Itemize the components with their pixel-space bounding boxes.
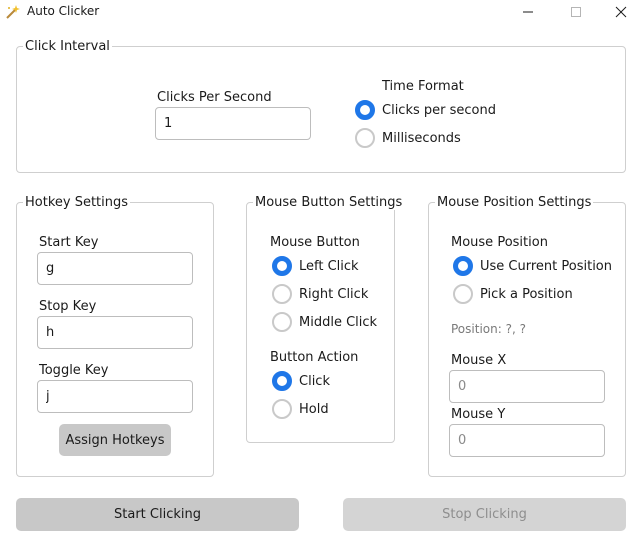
maximize-button[interactable] <box>553 0 599 24</box>
mouse-button-label: Mouse Button <box>270 235 360 250</box>
radio-right-click[interactable]: Right Click <box>272 283 368 305</box>
radio-middle-click[interactable]: Middle Click <box>272 311 377 333</box>
radio-hold[interactable]: Hold <box>272 398 329 420</box>
assign-hotkeys-button[interactable]: Assign Hotkeys <box>59 424 171 456</box>
radio-label: Right Click <box>299 286 369 302</box>
radio-unselected-indicator <box>272 399 292 419</box>
minimize-button[interactable] <box>505 0 551 24</box>
radio-clicks-per-second[interactable]: Clicks per second <box>355 99 496 121</box>
hotkey-settings-legend: Hotkey Settings <box>23 195 131 210</box>
start-clicking-button[interactable]: Start Clicking <box>16 498 299 531</box>
radio-pick-a-position[interactable]: Pick a Position <box>453 283 573 305</box>
radio-selected-indicator <box>355 100 375 120</box>
mouse-x-label: Mouse X <box>451 353 507 368</box>
mouse-button-settings-legend: Mouse Button Settings <box>253 195 405 210</box>
radio-selected-indicator <box>272 371 292 391</box>
radio-unselected-indicator <box>272 312 292 332</box>
button-action-label: Button Action <box>270 350 359 365</box>
close-button[interactable] <box>598 0 643 24</box>
minimize-icon <box>523 11 533 13</box>
radio-label: Hold <box>299 401 329 417</box>
click-interval-legend: Click Interval <box>23 39 112 54</box>
click-interval-group: Click Interval <box>16 39 626 173</box>
radio-label: Middle Click <box>299 314 378 330</box>
maximize-icon <box>571 7 581 17</box>
start-key-input[interactable] <box>37 252 193 285</box>
radio-label: Click <box>299 373 330 389</box>
radio-use-current-position[interactable]: Use Current Position <box>453 255 612 277</box>
toggle-key-label: Toggle Key <box>39 363 109 378</box>
start-key-label: Start Key <box>39 235 99 250</box>
stop-key-label: Stop Key <box>39 299 97 314</box>
stop-key-input[interactable] <box>37 316 193 349</box>
radio-label: Left Click <box>299 258 359 274</box>
radio-label: Clicks per second <box>382 102 496 118</box>
radio-selected-indicator <box>272 256 292 276</box>
radio-selected-indicator <box>453 256 473 276</box>
radio-milliseconds[interactable]: Milliseconds <box>355 127 461 149</box>
mouse-position-label: Mouse Position <box>451 235 548 250</box>
radio-click[interactable]: Click <box>272 370 330 392</box>
wand-icon <box>6 5 20 19</box>
close-icon <box>615 6 627 18</box>
window-title: Auto Clicker <box>27 4 100 18</box>
radio-unselected-indicator <box>272 284 292 304</box>
toggle-key-input[interactable] <box>37 380 193 413</box>
radio-unselected-indicator <box>355 128 375 148</box>
mouse-y-input[interactable] <box>449 424 605 457</box>
stop-clicking-button[interactable]: Stop Clicking <box>343 498 626 531</box>
title-bar: Auto Clicker <box>0 0 643 24</box>
position-readout: Position: ?, ? <box>451 322 526 336</box>
time-format-label: Time Format <box>382 79 464 94</box>
radio-label: Use Current Position <box>480 258 612 274</box>
radio-label: Milliseconds <box>382 130 461 146</box>
radio-left-click[interactable]: Left Click <box>272 255 359 277</box>
cps-input[interactable] <box>155 107 311 140</box>
radio-unselected-indicator <box>453 284 473 304</box>
mouse-position-settings-legend: Mouse Position Settings <box>435 195 594 210</box>
mouse-y-label: Mouse Y <box>451 407 506 422</box>
cps-label: Clicks Per Second <box>157 90 272 105</box>
mouse-x-input[interactable] <box>449 370 605 403</box>
radio-label: Pick a Position <box>480 286 573 302</box>
